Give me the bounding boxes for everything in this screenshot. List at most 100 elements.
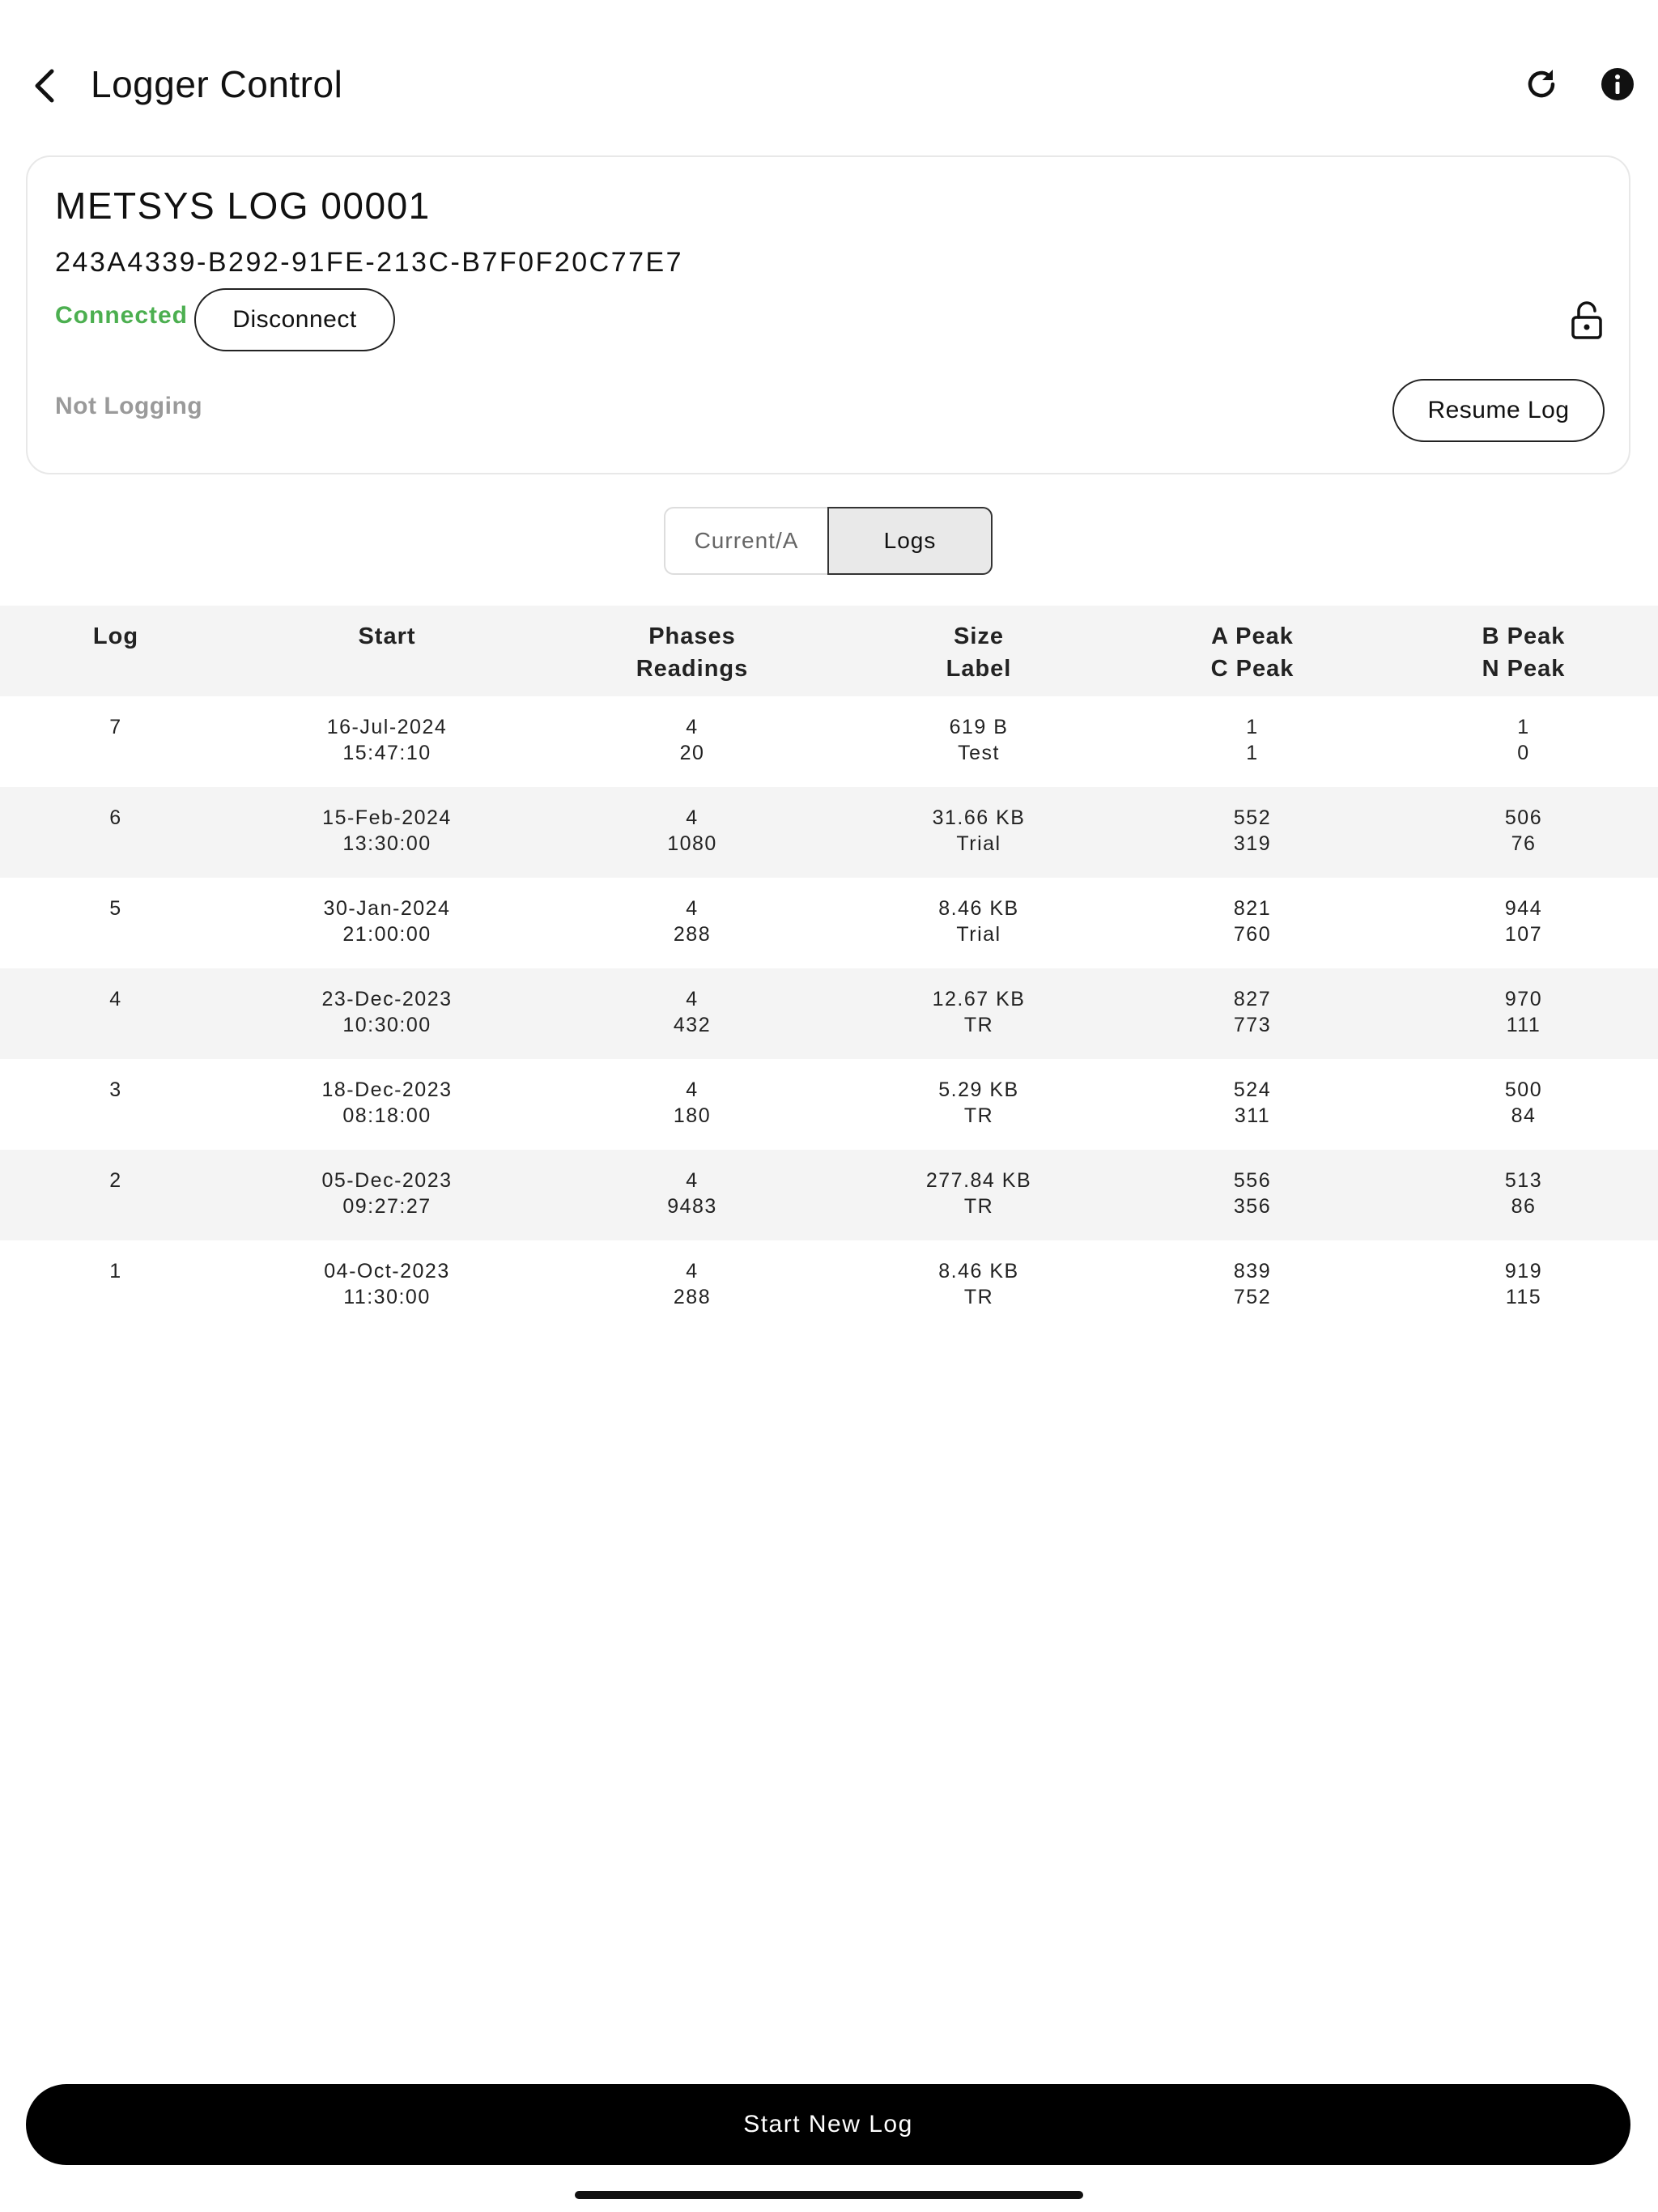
table-cell: 3 xyxy=(0,1059,232,1150)
table-row[interactable]: 1 04-Oct-2023 11:30:00 4 288 8.46 KB TR 839 752 9… xyxy=(0,1240,1658,1331)
table-cell: 10 xyxy=(1389,696,1658,787)
logging-status: Not Logging xyxy=(55,393,203,419)
column-header-line1: A Peak xyxy=(1211,623,1294,649)
table-row[interactable]: 3 18-Dec-2023 08:18:00 4 180 5.29 KB TR 524 311 5… xyxy=(0,1059,1658,1150)
tab-logs[interactable]: Logs xyxy=(827,507,993,575)
cell-line: 3 xyxy=(109,1078,122,1101)
cell-line: 4 xyxy=(686,1260,699,1283)
back-button[interactable] xyxy=(23,63,68,108)
refresh-icon xyxy=(1528,70,1555,98)
table-cell: 8.46 KB Trial xyxy=(842,878,1116,968)
refresh-button[interactable] xyxy=(1519,62,1564,107)
table-cell: 04-Oct-2023 11:30:00 xyxy=(232,1240,542,1331)
info-icon xyxy=(1601,68,1634,100)
cell-line: 12.67 KB xyxy=(932,988,1026,1010)
cell-line: 15:47:10 xyxy=(342,742,432,764)
table-cell: 15-Feb-2024 13:30:00 xyxy=(232,787,542,878)
table-row[interactable]: 4 23-Dec-2023 10:30:00 4 432 12.67 KB TR 827 773… xyxy=(0,968,1658,1059)
cell-line: 277.84 KB xyxy=(925,1169,1032,1192)
cell-line: 556 xyxy=(1233,1169,1272,1192)
column-header: Size Label xyxy=(842,606,1116,696)
resume-log-button[interactable]: Resume Log xyxy=(1392,379,1605,442)
cell-line: 15-Feb-2024 xyxy=(322,806,452,829)
start-new-log-button[interactable]: Start New Log xyxy=(26,2084,1630,2165)
cell-line: TR xyxy=(963,1286,994,1308)
table-cell: 513 86 xyxy=(1389,1150,1658,1240)
column-header: B Peak N Peak xyxy=(1389,606,1658,696)
cell-line: 4 xyxy=(686,716,699,738)
table-cell: 944 107 xyxy=(1389,878,1658,968)
cell-line: 20 xyxy=(679,742,705,764)
cell-line: 115 xyxy=(1505,1286,1542,1308)
table-cell: 4 288 xyxy=(542,1240,842,1331)
table-cell: 05-Dec-2023 09:27:27 xyxy=(232,1150,542,1240)
table-cell: 821 760 xyxy=(1116,878,1389,968)
table-cell: 827 773 xyxy=(1116,968,1389,1059)
cell-line: 23-Dec-2023 xyxy=(321,988,453,1010)
page-title: Logger Control xyxy=(91,63,343,105)
cell-line: TR xyxy=(963,1014,994,1036)
table-row[interactable]: 7 16-Jul-2024 15:47:10 4 20 619 B Test 1 1 1 0 xyxy=(0,696,1658,787)
column-header: Phases Readings xyxy=(542,606,842,696)
cell-line: 2 xyxy=(109,1169,122,1192)
cell-line: 05-Dec-2023 xyxy=(321,1169,453,1192)
cell-line: 288 xyxy=(673,1286,712,1308)
column-header-line1: Start xyxy=(358,623,416,649)
table-cell: 4 1080 xyxy=(542,787,842,878)
table-cell: 18-Dec-2023 08:18:00 xyxy=(232,1059,542,1150)
app-header: Logger Control xyxy=(0,42,1658,126)
table-cell: 4 xyxy=(0,968,232,1059)
column-header: A Peak C Peak xyxy=(1116,606,1389,696)
table-row[interactable]: 2 05-Dec-2023 09:27:27 4 9483 277.84 KB TR 556 3… xyxy=(0,1150,1658,1240)
cell-line: 760 xyxy=(1233,923,1272,946)
cell-line: 1 xyxy=(1246,716,1259,738)
cell-line: 8.46 KB xyxy=(938,1260,1019,1283)
cell-line: 752 xyxy=(1233,1286,1272,1308)
cell-line: 18-Dec-2023 xyxy=(321,1078,453,1101)
cell-line: 827 xyxy=(1233,988,1272,1010)
table-cell: 2 xyxy=(0,1150,232,1240)
cell-line: Test xyxy=(958,742,1000,764)
cell-line: 524 xyxy=(1233,1078,1272,1101)
column-header-line1: B Peak xyxy=(1482,623,1566,649)
table-row[interactable]: 6 15-Feb-2024 13:30:00 4 1080 31.66 KB Trial 55… xyxy=(0,787,1658,878)
table-row[interactable]: 5 30-Jan-2024 21:00:00 4 288 8.46 KB Trial 821 7… xyxy=(0,878,1658,968)
info-button[interactable] xyxy=(1595,62,1640,107)
cell-line: 11:30:00 xyxy=(343,1286,431,1308)
cell-line: 5 xyxy=(109,897,122,920)
column-header: Start xyxy=(232,606,542,696)
cell-line: 1 xyxy=(1246,742,1259,764)
cell-line: 8.46 KB xyxy=(938,897,1019,920)
table-cell: 277.84 KB TR xyxy=(842,1150,1116,1240)
cell-line: 432 xyxy=(673,1014,712,1036)
table-cell: 23-Dec-2023 10:30:00 xyxy=(232,968,542,1059)
cell-line: 13:30:00 xyxy=(342,832,432,855)
cell-line: 76 xyxy=(1511,832,1537,855)
table-cell: 919 115 xyxy=(1389,1240,1658,1331)
chevron-left-icon xyxy=(35,69,54,103)
lock-button[interactable] xyxy=(1566,300,1608,342)
tab-current[interactable]: Current/A xyxy=(664,507,827,575)
table-cell: 8.46 KB TR xyxy=(842,1240,1116,1331)
cell-line: 773 xyxy=(1233,1014,1272,1036)
cell-line: 180 xyxy=(673,1104,712,1127)
disconnect-button[interactable]: Disconnect xyxy=(194,288,395,351)
view-tabs: Current/A Logs xyxy=(664,507,993,575)
table-cell: 31.66 KB Trial xyxy=(842,787,1116,878)
cell-line: 970 xyxy=(1504,988,1543,1010)
table-body: 7 16-Jul-2024 15:47:10 4 20 619 B Test 1 1 1 0 6 15-… xyxy=(0,696,1658,1331)
table-cell: 4 432 xyxy=(542,968,842,1059)
cell-line: 111 xyxy=(1506,1014,1541,1036)
cell-line: 500 xyxy=(1504,1078,1543,1101)
cell-line: 311 xyxy=(1234,1104,1271,1127)
unlock-icon xyxy=(1571,301,1602,339)
table-cell: 6 xyxy=(0,787,232,878)
device-card: METSYS LOG 00001 243A4339-B292-91FE-213C… xyxy=(26,155,1630,474)
table-cell: 5.29 KB TR xyxy=(842,1059,1116,1150)
cell-line: 4 xyxy=(686,1169,699,1192)
column-header-line1: Log xyxy=(92,623,139,649)
cell-line: 9483 xyxy=(667,1195,717,1218)
column-header: Log xyxy=(0,606,232,696)
cell-line: 919 xyxy=(1504,1260,1543,1283)
table-header: Log Start Phases Readings Size Label A P… xyxy=(0,606,1658,696)
